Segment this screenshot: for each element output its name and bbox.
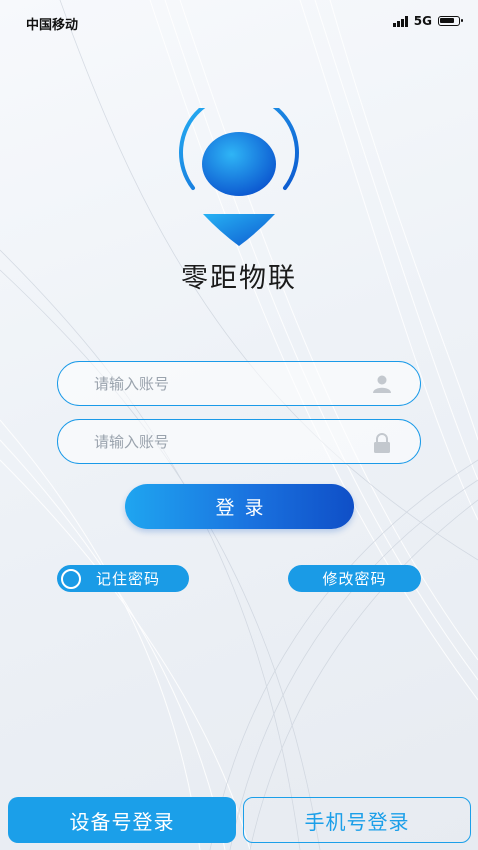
- status-indicators: 5G: [392, 14, 463, 28]
- password-field[interactable]: [57, 419, 421, 464]
- account-input[interactable]: [58, 362, 420, 405]
- remember-radio-icon[interactable]: [61, 568, 81, 589]
- signal-bars-icon: [392, 15, 408, 27]
- account-field[interactable]: [57, 361, 421, 406]
- status-bar: 中国移动 5G: [0, 0, 478, 46]
- battery-icon: [438, 16, 463, 26]
- change-password-button[interactable]: 修改密码: [288, 565, 421, 592]
- tab-device-login[interactable]: 设备号登录: [8, 797, 236, 843]
- carrier-name: 中国移动: [26, 18, 79, 33]
- password-input[interactable]: [58, 420, 420, 463]
- remember-password-toggle[interactable]: 记住密码: [57, 565, 189, 592]
- tab-phone-login[interactable]: 手机号登录: [243, 797, 471, 843]
- location-pin-logo-icon: [179, 108, 299, 246]
- network-type: 5G: [413, 14, 432, 28]
- user-icon: [373, 375, 391, 393]
- app-title: 零距物联: [181, 263, 297, 294]
- lock-icon: [374, 433, 390, 453]
- login-button[interactable]: 登录: [125, 484, 354, 529]
- remember-password-label: 记住密码: [96, 570, 161, 588]
